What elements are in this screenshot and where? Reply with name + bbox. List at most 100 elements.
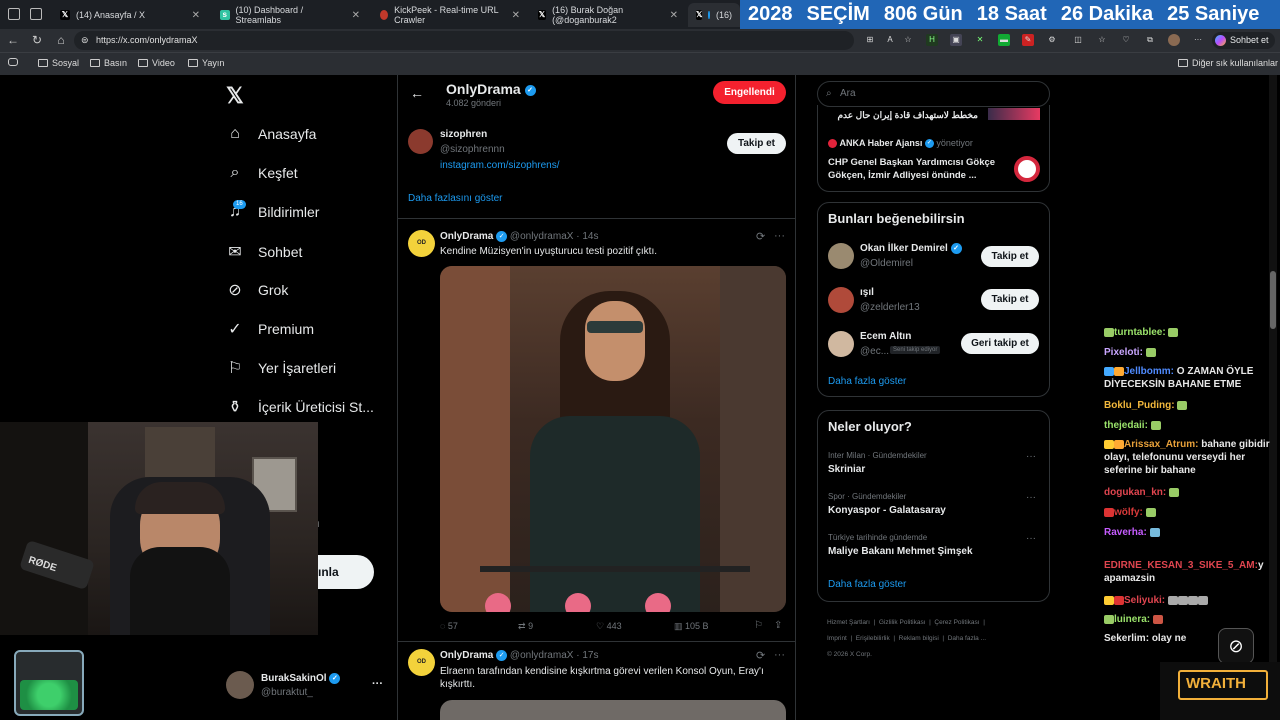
follow-button[interactable]: Takip et [981,246,1039,267]
bookmark-folder-basin[interactable]: Basın [90,58,127,68]
footer-link[interactable]: Erişilebilirlik [856,635,890,642]
account-name[interactable]: BurakSakinOl ✓ [261,673,341,684]
trend-topic[interactable]: Maliye Bakanı Mehmet Şimşek [828,546,973,557]
scrollbar-thumb[interactable] [1270,271,1276,329]
back-arrow-icon[interactable]: ← [6,33,20,47]
suggested-user-name[interactable]: sizophren [440,129,487,140]
favorite-star-icon[interactable]: ☆ [902,34,914,46]
sidebar-item-bookmarks[interactable]: ⚐ Yer İşaretleri [226,358,336,378]
follow-back-button[interactable]: Geri takip et [961,333,1039,354]
avatar[interactable] [828,331,854,357]
news-thumbnail[interactable] [988,108,1040,120]
avatar[interactable] [408,129,433,154]
extension-icon[interactable]: ▬ [998,34,1010,46]
footer-link[interactable]: Gizlilik Politikası [879,619,926,626]
profile-avatar-icon[interactable] [1168,34,1180,46]
tab-streamlabs[interactable]: s (10) Dashboard / Streamlabs ✕ [212,3,368,27]
browser-essentials-icon[interactable]: ♡ [1120,34,1132,46]
extensions-puzzle-icon[interactable]: ⚙ [1046,34,1058,46]
close-icon[interactable]: ✕ [512,10,520,21]
collections-icon[interactable]: ⧉ [1144,34,1156,46]
avatar[interactable] [828,287,854,313]
footer-link[interactable]: Hizmet Şartları [827,619,870,626]
sidebar-item-messages[interactable]: ✉ Sohbet [226,242,302,262]
close-icon[interactable]: ✕ [192,10,200,21]
tweet-image[interactable] [440,266,786,612]
grok-explain-icon[interactable]: ⟳ [756,649,765,662]
trend-more-icon[interactable]: ··· [1026,533,1036,544]
user-name[interactable]: ışıl [860,287,874,298]
copilot-chat-button[interactable]: Sohbet et [1212,32,1275,49]
follow-button[interactable]: Takip et [981,289,1039,310]
browser-profile-icon[interactable] [8,8,20,20]
more-options-icon[interactable]: ··· [1192,34,1204,46]
reply-action[interactable]: ◌ 57 [440,621,458,631]
extension-icon[interactable]: H [926,34,938,46]
avatar[interactable] [828,243,854,269]
footer-link[interactable]: Çerez Politikası [934,619,979,626]
views-action[interactable]: ▥ 105 B [674,621,709,632]
footer-link[interactable]: Imprint [827,635,847,642]
split-screen-icon[interactable]: ◫ [1072,34,1084,46]
news-headline[interactable]: CHP Genel Başkan Yardımcısı Gökçe Gökçen… [828,156,998,182]
share-icon[interactable]: ⇪ [774,620,782,631]
home-icon[interactable]: ⌂ [54,33,68,47]
url-field[interactable]: ⊜ https://x.com/onlydramaX [74,31,854,50]
show-more-link[interactable]: Daha fazla göster [828,376,906,387]
follow-button[interactable]: Takip et [727,133,786,154]
search-input[interactable]: ⌕ Ara [817,81,1050,107]
bookmark-icon[interactable]: ⚐ [754,620,763,631]
user-name[interactable]: Ecem Altın [860,331,911,342]
onlydrama-avatar[interactable]: OD [408,649,435,676]
trend-topic[interactable]: Skriniar [828,464,865,475]
sidebar-item-creator-studio[interactable]: ⚱ İçerik Üreticisi St... [226,397,374,417]
show-more-link[interactable]: Daha fazla göster [828,579,906,590]
favorites-icon[interactable]: ☆ [1096,34,1108,46]
news-thumbnail[interactable] [1014,156,1040,182]
tweet-more-icon[interactable]: ··· [774,230,785,242]
bookmarks-toggle-icon[interactable] [8,58,18,66]
trend-topic[interactable]: Konyaspor - Galatasaray [828,505,946,516]
account-more-icon[interactable]: ··· [372,678,383,690]
bookmark-folder-yayin[interactable]: Yayın [188,58,224,68]
site-info-icon[interactable]: ⊜ [81,31,89,50]
suggested-user-link[interactable]: instagram.com/sizophrens/ [440,160,560,171]
grok-explain-icon[interactable]: ⟳ [756,230,765,243]
retweet-action[interactable]: ⇄ 9 [518,621,533,632]
like-action[interactable]: ♡ 443 [596,621,622,632]
close-icon[interactable]: ✕ [352,10,360,21]
footer-link[interactable]: Daha fazla ... [948,635,986,642]
tab-actions-icon[interactable] [30,8,42,20]
tab-kickpeek[interactable]: KickPeek - Real-time URL Crawler ✕ [372,3,528,27]
other-favorites-folder[interactable]: Diğer sık kullanılanlar [1178,58,1278,68]
tweet-image[interactable] [440,700,786,720]
grok-floating-button[interactable]: ⊘ [1218,628,1254,664]
extension-icon[interactable]: ▣ [950,34,962,46]
bookmark-folder-sosyal[interactable]: Sosyal [38,58,79,68]
sidebar-item-home[interactable]: ⌂ Anasayfa [226,125,316,143]
extension-icon[interactable]: ✎ [1022,34,1034,46]
bookmark-folder-video[interactable]: Video [138,58,175,68]
sidebar-item-premium[interactable]: ✓ Premium [226,319,314,339]
trend-more-icon[interactable]: ··· [1026,451,1036,462]
back-arrow-icon[interactable]: ← [410,85,424,101]
account-avatar[interactable] [226,671,254,699]
tab-onlydrama[interactable]: 𝕏 (16) [688,3,740,27]
tab-burak-dogan[interactable]: 𝕏 (16) Burak Doğan (@doganburak2 ✕ [530,3,686,27]
show-more-link[interactable]: Daha fazlasını göster [408,193,503,204]
extension-icon[interactable]: ✕ [974,34,986,46]
read-aloud-icon[interactable]: A [884,34,896,46]
tweet-more-icon[interactable]: ··· [774,649,785,661]
reload-icon[interactable]: ↻ [30,33,44,47]
footer-link[interactable]: Reklam bilgisi [899,635,939,642]
sidebar-item-explore[interactable]: ⌕ Keşfet [226,164,298,182]
install-app-icon[interactable]: ⊞ [864,34,876,46]
trend-more-icon[interactable]: ··· [1026,492,1036,503]
onlydrama-avatar[interactable]: OD [408,230,435,257]
close-icon[interactable]: ✕ [670,10,678,21]
tab-x-home[interactable]: 𝕏 (14) Anasayfa / X ✕ [52,3,208,27]
sidebar-item-grok[interactable]: ⊘ Grok [226,280,288,300]
x-logo-icon[interactable]: 𝕏 [226,83,244,109]
blocked-button[interactable]: Engellendi [713,81,786,104]
news-headline[interactable]: مخطط لاستهداف قادة إيران حال عدم [828,110,978,121]
